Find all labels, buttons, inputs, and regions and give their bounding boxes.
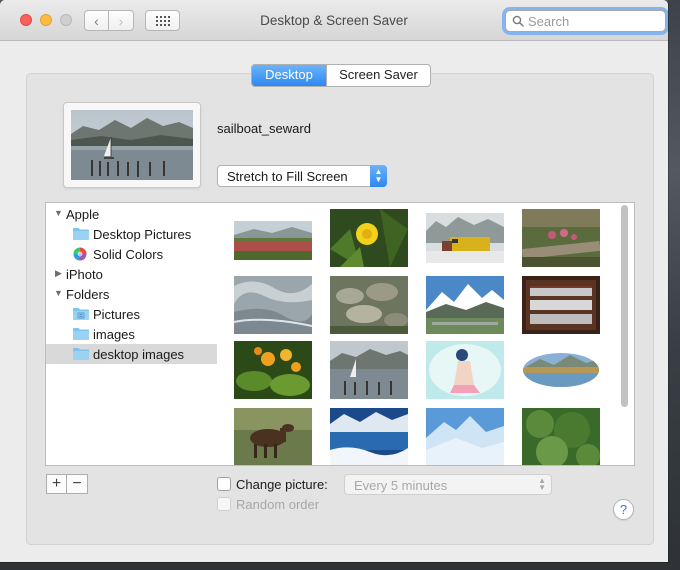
updown-arrows-icon: ▲ ▼ (370, 165, 387, 187)
color-wheel-icon (73, 247, 87, 261)
folder-icon (73, 228, 89, 240)
search-input[interactable] (528, 12, 658, 30)
folder-icon (73, 348, 89, 360)
change-picture-checkbox[interactable] (217, 477, 231, 491)
thumbnail-silverware-box[interactable] (522, 276, 600, 334)
sidebar-item-pictures[interactable]: Pictures (46, 304, 217, 324)
sidebar-item-solid-colors[interactable]: Solid Colors (46, 244, 217, 264)
sidebar-item-folders[interactable]: ▼ Folders (46, 284, 217, 304)
thumbnail-blue-glacier-lake[interactable] (330, 408, 408, 465)
desktop-background-bottom (0, 562, 680, 570)
sailboat-preview-image (71, 110, 193, 180)
desktop-background (668, 0, 680, 570)
interval-popup-button[interactable]: Every 5 minutes ▲ ▼ (344, 474, 552, 495)
thumbnail-sailboat-harbor[interactable] (330, 341, 408, 399)
tab-desktop[interactable]: Desktop (252, 65, 326, 86)
thumbnail-snowy-mountains[interactable] (426, 276, 504, 334)
change-picture-label: Change picture: (236, 477, 328, 492)
random-order-checkbox[interactable] (217, 497, 231, 511)
source-list: ▼ Apple Desktop Pictures Solid Colors ▶ (45, 202, 219, 466)
tab-screen-saver[interactable]: Screen Saver (326, 65, 430, 86)
thumbnail-wildflower-logs[interactable] (522, 209, 600, 267)
sidebar-item-desktop-pictures[interactable]: Desktop Pictures (46, 224, 217, 244)
thumbnail-green-spruce[interactable] (522, 408, 600, 465)
random-order-label: Random order (236, 497, 320, 512)
disclosure-open-icon[interactable]: ▼ (54, 208, 63, 218)
thumbnail-oval-mountain-lake[interactable] (522, 341, 600, 399)
disclosure-closed-icon[interactable]: ▶ (55, 268, 62, 279)
fit-popup-label: Stretch to Fill Screen (227, 169, 348, 184)
thumbnail-dandelion[interactable] (330, 209, 408, 267)
thumbnail-wildflower-meadow[interactable] (234, 221, 312, 260)
title-bar: ‹ › Desktop & Screen Saver (0, 0, 668, 41)
fit-popup-button[interactable]: Stretch to Fill Screen ▲ ▼ (217, 165, 387, 187)
thumbnail-moose[interactable] (234, 408, 312, 465)
search-field[interactable] (505, 10, 666, 32)
search-icon (512, 15, 524, 27)
disclosure-open-icon[interactable]: ▼ (54, 288, 63, 298)
sidebar-item-desktop-images[interactable]: desktop images (46, 344, 217, 364)
thumbnail-blue-ice[interactable] (426, 408, 504, 465)
preferences-window: ‹ › Desktop & Screen Saver Desktop Scree… (0, 0, 668, 562)
updown-arrows-icon: ▲ ▼ (538, 476, 546, 492)
add-folder-button[interactable]: + (46, 474, 67, 494)
sidebar-item-images[interactable]: images (46, 324, 217, 344)
sidebar-item-apple[interactable]: ▼ Apple (46, 204, 217, 224)
help-button[interactable]: ? (613, 499, 634, 520)
picture-grid-scrollbar[interactable] (621, 205, 628, 407)
picture-grid (218, 202, 635, 466)
folder-icon (73, 328, 89, 340)
picture-name: sailboat_seward (217, 121, 311, 136)
thumbnail-glacier-ice[interactable] (234, 276, 312, 334)
thumbnail-rocky-stream[interactable] (330, 276, 408, 334)
thumbnail-yellow-flowers[interactable] (234, 341, 312, 399)
current-picture-preview (63, 102, 201, 188)
interval-popup-label: Every 5 minutes (354, 478, 448, 493)
sidebar-item-iphoto[interactable]: ▶ iPhoto (46, 264, 217, 284)
thumbnail-anime-girl[interactable] (426, 341, 504, 399)
remove-folder-button[interactable]: − (67, 474, 88, 494)
pictures-folder-icon (73, 308, 89, 320)
tab-bar: Desktop Screen Saver (251, 64, 431, 87)
thumbnail-yellow-train[interactable] (426, 213, 504, 263)
